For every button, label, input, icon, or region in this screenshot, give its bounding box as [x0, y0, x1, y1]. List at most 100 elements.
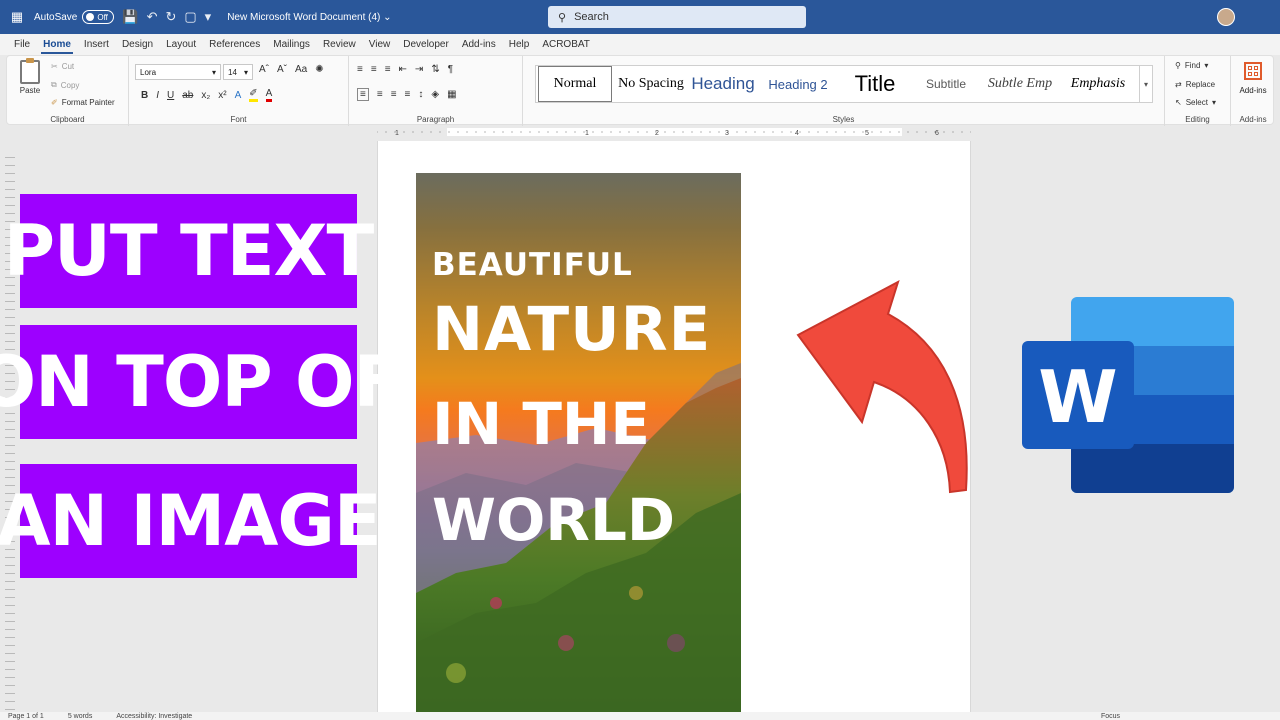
font-group-label: Font — [230, 115, 247, 124]
replace-button[interactable]: ⇄ Replace — [1175, 80, 1215, 89]
select-button[interactable]: ↖ Select ▾ — [1175, 98, 1216, 107]
tab-acrobat[interactable]: ACROBAT — [542, 39, 590, 50]
shading-icon[interactable]: ◈ — [431, 89, 439, 100]
chevron-down-icon: ▾ — [211, 67, 216, 77]
multilevel-list-icon[interactable]: ≡ — [385, 64, 391, 75]
tab-mailings[interactable]: Mailings — [273, 39, 310, 50]
touch-mode-icon[interactable]: ▢ — [184, 9, 196, 25]
word-count[interactable]: 5 words — [68, 713, 93, 720]
tab-help[interactable]: Help — [509, 39, 530, 50]
clipboard-group-label: Clipboard — [50, 115, 85, 124]
paragraph-tools-bottom: ≡ ≡ ≡ ≡ ↕ ◈ ▦ — [357, 88, 457, 101]
accessibility-status[interactable]: Accessibility: Investigate — [116, 713, 192, 720]
style-title[interactable]: Title — [838, 66, 912, 102]
strikethrough-icon[interactable]: ab — [182, 90, 193, 101]
borders-icon[interactable]: ▦ — [447, 89, 456, 100]
tab-references[interactable]: References — [209, 39, 260, 50]
paste-button[interactable]: Paste — [15, 58, 45, 95]
ruler-number: 1 — [395, 130, 399, 137]
font-group: Lora ▾ 14 ▾ Aˆ Aˇ Aa ✺ B I U ab x₂ x² A ✐ … — [129, 56, 349, 126]
horizontal-ruler[interactable]: 1 1 2 3 4 5 6 — [377, 127, 971, 137]
copy-button[interactable]: ⧉ Copy — [51, 80, 79, 90]
ruler-number: 2 — [655, 130, 659, 137]
find-button[interactable]: ⚲ Find ▾ — [1175, 61, 1208, 70]
sort-icon[interactable]: ⇅ — [431, 64, 439, 75]
italic-icon[interactable]: I — [156, 90, 159, 101]
pilcrow-icon[interactable]: ¶ — [448, 64, 453, 75]
cursor-icon: ↖ — [1175, 98, 1182, 107]
style-subtitle[interactable]: Subtitle — [912, 66, 980, 102]
bullets-icon[interactable]: ≡ — [357, 64, 363, 75]
tab-add-ins[interactable]: Add-ins — [462, 39, 496, 50]
customize-icon[interactable]: ▾ — [205, 9, 212, 25]
document-title[interactable]: New Microsoft Word Document (4) ⌄ — [227, 12, 391, 23]
avatar[interactable] — [1217, 8, 1235, 26]
decrease-indent-icon[interactable]: ⇤ — [399, 64, 407, 75]
ruler-number: 1 — [585, 130, 589, 137]
styles-more-button[interactable]: ▾ — [1139, 65, 1153, 103]
tab-insert[interactable]: Insert — [84, 39, 109, 50]
numbering-icon[interactable]: ≡ — [371, 64, 377, 75]
font-size-select[interactable]: 14 ▾ — [223, 64, 253, 80]
font-color-icon[interactable]: A — [265, 88, 273, 102]
align-center-icon[interactable]: ≡ — [377, 89, 383, 100]
addins-icon[interactable] — [1244, 62, 1262, 80]
autosave-toggle[interactable]: Off — [82, 10, 115, 24]
app-menu-icon[interactable]: ▦ — [6, 6, 28, 28]
align-left-icon[interactable]: ≡ — [357, 88, 369, 101]
autosave-label: AutoSave — [34, 11, 78, 23]
clipboard-group: Paste ✂ Cut ⧉ Copy ✐ Format Painter Clipboa… — [7, 56, 129, 126]
autosave[interactable]: AutoSave Off — [34, 10, 115, 24]
superscript-icon[interactable]: x² — [218, 90, 226, 101]
redo-icon[interactable]: ↻ — [165, 9, 176, 25]
style-heading[interactable]: Heading — [688, 66, 758, 102]
tab-developer[interactable]: Developer — [403, 39, 449, 50]
style-subtle-emp[interactable]: Subtle Emp — [980, 66, 1060, 102]
find-label: Find — [1184, 61, 1201, 70]
styles-group-label: Styles — [832, 115, 855, 124]
line-spacing-icon[interactable]: ↕ — [418, 89, 423, 100]
style-heading-2[interactable]: Heading 2 — [758, 66, 838, 102]
chevron-down-icon: ▾ — [1204, 61, 1209, 70]
style-no-spacing[interactable]: No Spacing — [614, 66, 688, 102]
subscript-icon[interactable]: x₂ — [201, 90, 210, 101]
addins-button-label[interactable]: Add-ins — [1231, 86, 1275, 95]
ruler-number: 4 — [795, 130, 799, 137]
style-emphasis[interactable]: Emphasis — [1060, 66, 1136, 102]
increase-indent-icon[interactable]: ⇥ — [415, 64, 423, 75]
style-normal[interactable]: Normal — [538, 66, 612, 102]
tab-design[interactable]: Design — [122, 39, 153, 50]
bold-icon[interactable]: B — [141, 90, 148, 101]
search-box[interactable]: ⚲ Search — [548, 6, 806, 28]
grow-font-icon[interactable]: Aˆ — [259, 64, 269, 75]
ruler-text-area — [447, 128, 902, 136]
search-icon: ⚲ — [558, 11, 567, 24]
tab-view[interactable]: View — [369, 39, 391, 50]
align-right-icon[interactable]: ≡ — [391, 89, 397, 100]
tab-layout[interactable]: Layout — [166, 39, 196, 50]
photo-text-beautiful: BEAUTIFUL — [432, 247, 633, 283]
ruler-number: 3 — [725, 130, 729, 137]
font-name-select[interactable]: Lora ▾ — [135, 64, 221, 80]
copy-icon: ⧉ — [51, 80, 57, 89]
tab-review[interactable]: Review — [323, 39, 356, 50]
shrink-font-icon[interactable]: Aˇ — [277, 64, 287, 75]
photo-text-nature: NATURE — [432, 294, 712, 365]
format-painter-button[interactable]: ✐ Format Painter — [51, 98, 115, 107]
styles-group: Normal No Spacing Heading Heading 2 Title Sub… — [523, 56, 1165, 126]
tab-home[interactable]: Home — [41, 39, 73, 54]
text-effects-icon[interactable]: A — [235, 90, 242, 101]
page-count[interactable]: Page 1 of 1 — [8, 713, 44, 720]
font-name-value: Lora — [140, 67, 157, 77]
focus-button[interactable]: Focus — [1101, 713, 1120, 720]
save-icon[interactable]: 💾 — [122, 9, 138, 25]
undo-icon[interactable]: ↶ — [147, 9, 158, 25]
justify-icon[interactable]: ≡ — [405, 89, 411, 100]
clear-formatting-icon[interactable]: ✺ — [315, 64, 323, 75]
nature-photo[interactable]: BEAUTIFUL NATURE IN THE WORLD — [416, 173, 741, 713]
tab-file[interactable]: File — [14, 39, 30, 50]
cut-button[interactable]: ✂ Cut — [51, 62, 74, 71]
highlight-icon[interactable]: ✐ — [249, 88, 258, 102]
change-case-icon[interactable]: Aa — [295, 64, 307, 75]
underline-icon[interactable]: U — [167, 90, 174, 101]
